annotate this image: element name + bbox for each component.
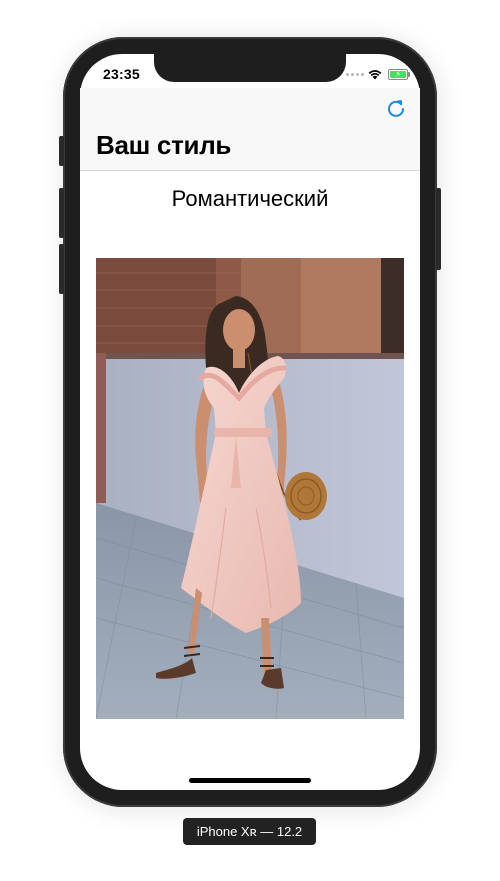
device-label: iPhone Xʀ — 12.2	[183, 818, 316, 845]
notch	[154, 54, 346, 82]
wifi-icon	[368, 69, 382, 79]
battery-charging-icon: ⚡	[388, 68, 410, 80]
page-title: Ваш стиль	[96, 130, 232, 160]
mute-switch	[59, 136, 64, 166]
power-button	[436, 188, 441, 270]
style-photo	[96, 258, 404, 719]
volume-up-button	[59, 188, 64, 238]
volume-down-button	[59, 244, 64, 294]
refresh-icon[interactable]	[386, 98, 406, 118]
signal-icon	[346, 72, 364, 76]
home-indicator[interactable]	[189, 778, 311, 783]
style-name: Романтический	[171, 186, 329, 211]
status-icons: ⚡	[346, 68, 410, 80]
status-time: 23:35	[103, 66, 140, 82]
